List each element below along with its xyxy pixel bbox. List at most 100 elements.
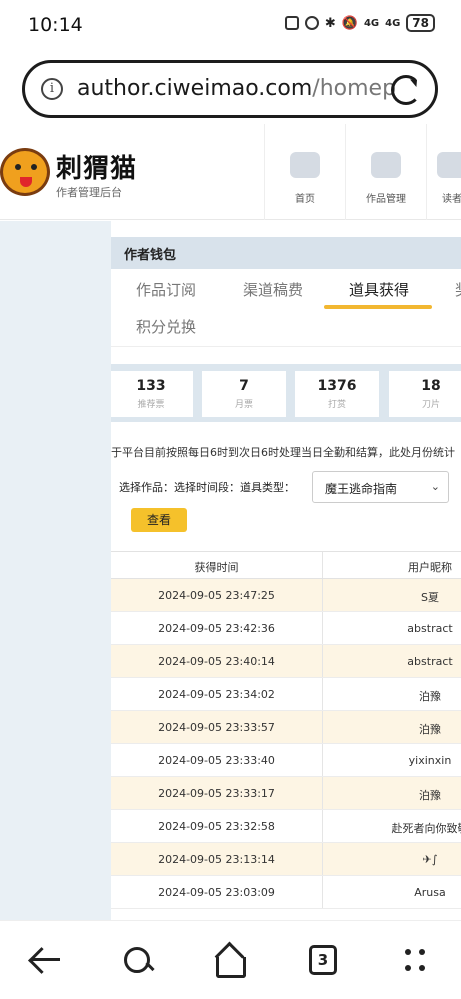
active-tab-indicator <box>324 305 432 309</box>
nav-label: 作品管理 <box>366 194 406 205</box>
stat-value: 18 <box>421 378 441 394</box>
cell-time: 2024-09-05 23:33:40 <box>158 754 275 767</box>
signal-icon-2: 4G <box>385 17 401 29</box>
menu-dot <box>405 965 411 971</box>
filter-label: 选择作品：选择时间段：道具类型： <box>119 481 295 494</box>
tabs-button[interactable]: 3 <box>303 943 343 979</box>
url-domain: author.ciweimao.com <box>77 76 313 101</box>
status-bar: 10:14 ✱ 🔕 4G 4G 78 <box>0 0 461 52</box>
table-row: 2024-09-05 23:33:57 泊豫 <box>111 711 461 744</box>
cell-time: 2024-09-05 23:42:36 <box>158 622 275 635</box>
browser-bottom-nav: 3 <box>0 920 461 999</box>
home-icon[interactable] <box>210 943 250 979</box>
table-row: 2024-09-05 23:40:14 abstract <box>111 645 461 678</box>
main-content: 作者钱包 作品订阅 渠道稿费 道具获得 奖 积分兑换 133 推荐票 7 月票 … <box>111 221 461 920</box>
cell-time: 2024-09-05 23:34:02 <box>158 688 275 701</box>
logo-title[interactable]: 刺猬猫 <box>56 148 137 185</box>
cell-user: yixinxin <box>408 754 452 767</box>
cell-user: 泊豫 <box>419 723 441 736</box>
back-icon[interactable] <box>26 943 66 979</box>
tab-points-exchange[interactable]: 积分兑换 <box>136 316 196 337</box>
tab-channel-fees[interactable]: 渠道稿费 <box>243 279 303 300</box>
select-value: 魔王逃命指南 <box>325 482 398 496</box>
prop-type-select[interactable]: 魔王逃命指南 ⌄ <box>312 471 449 503</box>
cell-time: 2024-09-05 23:40:14 <box>158 655 275 668</box>
mute-icon: 🔕 <box>341 15 358 31</box>
settlement-notice: 于平台目前按照每日6时到次日6时处理当日全勤和结算，此处月份统计 <box>111 446 455 459</box>
cell-time: 2024-09-05 23:33:57 <box>158 721 275 734</box>
nav-divider <box>426 124 427 220</box>
wallet-header: 作者钱包 <box>111 237 461 269</box>
reload-icon[interactable] <box>391 75 421 105</box>
bluetooth-icon: ✱ <box>324 15 336 31</box>
chevron-down-icon: ⌄ <box>430 480 440 493</box>
table-row: 2024-09-05 23:42:36 abstract <box>111 612 461 645</box>
logo-subtitle: 作者管理后台 <box>56 186 122 199</box>
stat-label: 打赏 <box>327 400 346 410</box>
cell-time: 2024-09-05 23:13:14 <box>158 853 275 866</box>
nav-label: 首页 <box>295 194 315 205</box>
site-header: 刺猬猫 作者管理后台 首页 作品管理 读者 <box>0 124 461 220</box>
info-icon[interactable]: i <box>41 78 63 100</box>
nav-divider <box>345 124 346 220</box>
wallet-title: 作者钱包 <box>124 248 177 263</box>
menu-dot <box>405 949 411 955</box>
records-table: 获得时间 用户昵称 2024-09-05 23:47:25 S夏 2024-09-0… <box>111 551 461 909</box>
wallet-tabs: 作品订阅 渠道稿费 道具获得 奖 积分兑换 <box>111 269 461 347</box>
status-icons: ✱ 🔕 4G 4G 78 <box>284 14 435 32</box>
cell-user: ✈∫ <box>422 853 438 866</box>
cell-time: 2024-09-05 23:03:09 <box>158 886 275 899</box>
query-button[interactable]: 查看 <box>131 508 187 532</box>
menu-icon[interactable] <box>395 943 435 979</box>
cell-time: 2024-09-05 23:32:58 <box>158 820 275 833</box>
table-row: 2024-09-05 23:47:25 S夏 <box>111 579 461 612</box>
tab-subscriptions[interactable]: 作品订阅 <box>136 279 196 300</box>
cell-user: 泊豫 <box>419 789 441 802</box>
nav-item-readers[interactable]: 读者 <box>432 152 461 205</box>
table-row: 2024-09-05 23:32:58 赴死者向你致敬 <box>111 810 461 843</box>
table-row: 2024-09-05 23:34:02 泊豫 <box>111 678 461 711</box>
address-bar[interactable]: i author.ciweimao.com/homep <box>22 60 438 118</box>
stat-value: 133 <box>136 378 166 394</box>
reader-icon <box>437 152 461 178</box>
stat-label: 推荐票 <box>137 400 165 410</box>
tab-awards[interactable]: 奖 <box>455 279 461 300</box>
status-time: 10:14 <box>28 14 83 36</box>
book-icon <box>371 152 401 178</box>
nav-item-works[interactable]: 作品管理 <box>351 152 421 205</box>
stat-recommend: 133 推荐票 <box>111 371 193 417</box>
menu-dot <box>419 949 425 955</box>
table-row: 2024-09-05 23:13:14 ✈∫ <box>111 843 461 876</box>
cell-time: 2024-09-05 23:47:25 <box>158 589 275 602</box>
cell-user: abstract <box>407 622 453 635</box>
url-text[interactable]: author.ciweimao.com/homep <box>77 76 395 101</box>
table-row: 2024-09-05 23:33:40 yixinxin <box>111 744 461 777</box>
logo-icon[interactable] <box>0 148 50 196</box>
cell-user: Arusa <box>414 886 446 899</box>
stat-blades: 18 刀片 <box>389 371 461 417</box>
header-time: 获得时间 <box>194 561 239 574</box>
nav-item-home[interactable]: 首页 <box>270 152 340 205</box>
nav-divider <box>264 124 265 220</box>
table-header: 获得时间 用户昵称 <box>111 552 461 579</box>
cell-user: S夏 <box>421 591 439 604</box>
stat-label: 刀片 <box>421 400 440 410</box>
tab-props-earned[interactable]: 道具获得 <box>349 279 409 300</box>
battery-icon: 78 <box>406 14 435 32</box>
table-row: 2024-09-05 23:03:09 Arusa <box>111 876 461 909</box>
cell-user: abstract <box>407 655 453 668</box>
table-row: 2024-09-05 23:33:17 泊豫 <box>111 777 461 810</box>
stat-monthly: 7 月票 <box>202 371 286 417</box>
stats-bar: 133 推荐票 7 月票 1376 打赏 18 刀片 <box>111 364 461 422</box>
menu-dot <box>419 965 425 971</box>
stat-label: 月票 <box>234 400 253 410</box>
cell-time: 2024-09-05 23:33:17 <box>158 787 275 800</box>
header-user: 用户昵称 <box>408 561 452 574</box>
sidebar <box>0 221 111 920</box>
search-icon[interactable] <box>118 943 158 979</box>
stat-value: 7 <box>239 378 249 394</box>
url-path: /homep <box>312 76 395 101</box>
tab-count: 3 <box>309 945 337 975</box>
stat-tips: 1376 打赏 <box>295 371 379 417</box>
alarm-icon <box>304 16 319 30</box>
